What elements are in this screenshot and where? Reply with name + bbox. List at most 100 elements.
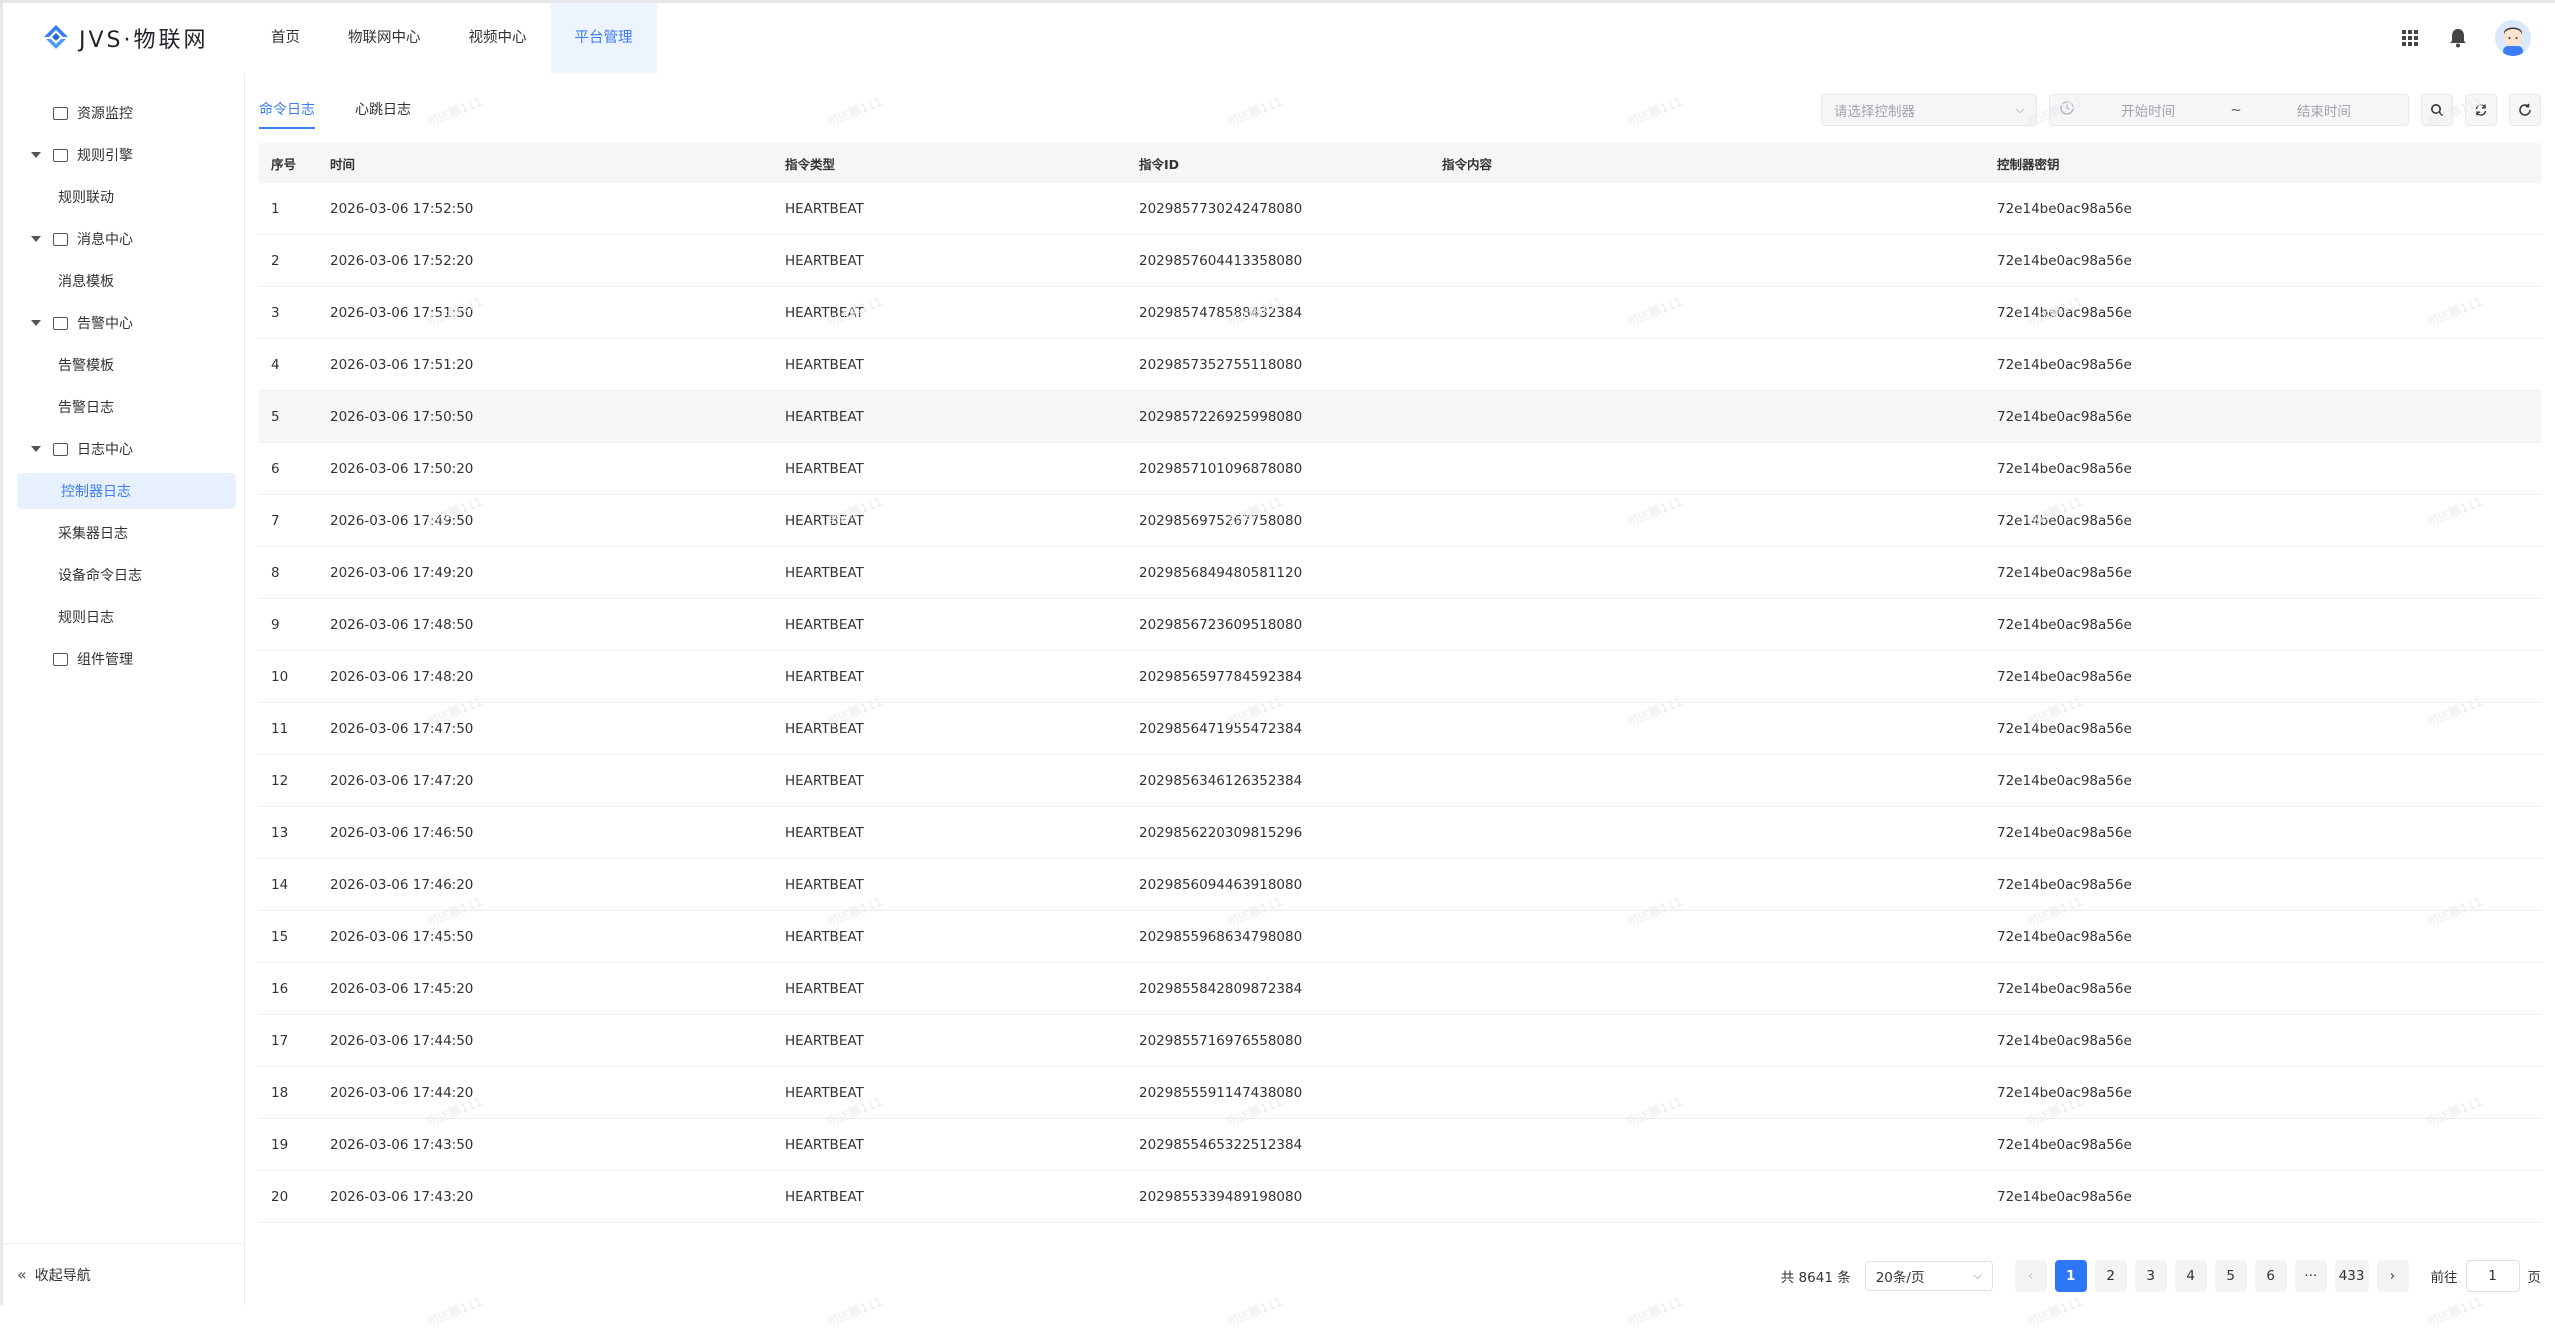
table-cell: 7 [271, 512, 280, 529]
table-cell: 72e14be0ac98a56e [1997, 1136, 2132, 1153]
sidebar-item-label: 消息中心 [77, 232, 133, 248]
sidebar-item[interactable]: 日志中心 [3, 431, 245, 467]
table-body: 1 2026-03-06 17:52:50 HEARTBEAT 20298577302… [259, 183, 2541, 1223]
sidebar-item[interactable]: 规则联动 [3, 179, 245, 215]
table-cell: 72e14be0ac98a56e [1997, 928, 2132, 945]
page-button[interactable]: 2 [2094, 1260, 2127, 1292]
sidebar-item[interactable]: 控制器日志 [17, 473, 236, 509]
table-row[interactable]: 1 2026-03-06 17:52:50 HEARTBEAT 20298577302… [259, 183, 2541, 235]
table-row[interactable]: 19 2026-03-06 17:43:50 HEARTBEAT 2029855465… [259, 1119, 2541, 1171]
table-cell: 20 [271, 1188, 289, 1205]
sidebar-item[interactable]: 规则日志 [3, 599, 245, 635]
sidebar-item[interactable]: 消息中心 [3, 221, 245, 257]
jump-page-input[interactable]: 1 [2465, 1260, 2520, 1292]
page-button[interactable]: 4 [2174, 1260, 2207, 1292]
sidebar-item[interactable]: 告警日志 [3, 389, 245, 425]
table-row[interactable]: 16 2026-03-06 17:45:20 HEARTBEAT 2029855842… [259, 963, 2541, 1015]
reset-button[interactable] [2465, 94, 2497, 126]
table-cell: 4 [271, 356, 280, 373]
page-button[interactable]: 433 [2334, 1260, 2369, 1292]
grid-apps-icon[interactable] [2399, 27, 2421, 49]
table-row[interactable]: 18 2026-03-06 17:44:20 HEARTBEAT 2029855591… [259, 1067, 2541, 1119]
sidebar-item-label: 资源监控 [77, 106, 133, 122]
content-panel: 命令日志 心跳日志 请选择控制器 ⌵ 开始时间 ~ 结束时间 序号 时间 指令类… [245, 73, 2555, 1329]
refresh-button[interactable] [2509, 94, 2541, 126]
column-header: 时间 [330, 156, 356, 172]
table-cell: 5 [271, 408, 280, 425]
sidebar-item[interactable]: 规则引擎 [3, 137, 245, 173]
tab-heartbeat-log[interactable]: 心跳日志 [355, 95, 411, 129]
table-row[interactable]: 15 2026-03-06 17:45:50 HEARTBEAT 2029855968… [259, 911, 2541, 963]
table-cell: HEARTBEAT [785, 460, 864, 477]
sidebar-item[interactable]: 采集器日志 [3, 515, 245, 551]
sidebar-item-label: 消息模板 [58, 274, 114, 290]
caret-down-icon [31, 152, 41, 158]
top-nav-item[interactable]: 物联网中心 [324, 3, 445, 73]
bell-icon[interactable] [2447, 27, 2469, 49]
sidebar-item[interactable]: 设备命令日志 [3, 557, 245, 593]
more-pages-button[interactable]: ··· [2294, 1260, 2327, 1292]
table-row[interactable]: 9 2026-03-06 17:48:50 HEARTBEAT 20298567236… [259, 599, 2541, 651]
table-cell: 2026-03-06 17:50:20 [330, 460, 474, 477]
table-cell: 16 [271, 980, 289, 997]
sidebar-item-label: 告警模板 [58, 358, 114, 374]
brand-logo[interactable]: JVS·物联网 [41, 23, 209, 53]
page-button[interactable]: 3 [2134, 1260, 2167, 1292]
top-nav-item[interactable]: 首页 [247, 3, 324, 73]
table-cell: 2029855465322512384 [1139, 1136, 1303, 1153]
table-row[interactable]: 13 2026-03-06 17:46:50 HEARTBEAT 2029856220… [259, 807, 2541, 859]
page-button[interactable]: 6 [2254, 1260, 2287, 1292]
collapse-nav-button[interactable]: « 收起导航 [3, 1243, 245, 1305]
table-row[interactable]: 12 2026-03-06 17:47:20 HEARTBEAT 2029856346… [259, 755, 2541, 807]
table-cell: HEARTBEAT [785, 824, 864, 841]
column-header: 指令类型 [785, 156, 836, 172]
sidebar-item[interactable]: 告警模板 [3, 347, 245, 383]
table-row[interactable]: 8 2026-03-06 17:49:20 HEARTBEAT 20298568494… [259, 547, 2541, 599]
table-row[interactable]: 4 2026-03-06 17:51:20 HEARTBEAT 20298573527… [259, 339, 2541, 391]
tab-command-log[interactable]: 命令日志 [259, 95, 315, 129]
table-row[interactable]: 7 2026-03-06 17:49:50 HEARTBEAT 20298569752… [259, 495, 2541, 547]
table-cell: 2026-03-06 17:44:50 [330, 1032, 474, 1049]
table-row[interactable]: 6 2026-03-06 17:50:20 HEARTBEAT 20298571010… [259, 443, 2541, 495]
table-cell: HEARTBEAT [785, 1136, 864, 1153]
table-cell: 2029855716976558080 [1139, 1032, 1303, 1049]
main-content: 命令日志 心跳日志 请选择控制器 ⌵ 开始时间 ~ 结束时间 序号 时间 指令类… [245, 73, 2555, 1329]
table-row[interactable]: 11 2026-03-06 17:47:50 HEARTBEAT 2029856471… [259, 703, 2541, 755]
page-button[interactable]: 5 [2214, 1260, 2247, 1292]
top-nav-item[interactable]: 平台管理 [550, 3, 657, 73]
sidebar-item[interactable]: 告警中心 [3, 305, 245, 341]
table-cell: HEARTBEAT [785, 876, 864, 893]
range-separator: ~ [2230, 102, 2242, 118]
controller-select-placeholder: 请选择控制器 [1834, 104, 1915, 120]
sidebar-item[interactable]: 资源监控 [3, 95, 245, 131]
page-button[interactable]: 1 [2054, 1260, 2087, 1292]
search-icon [2431, 104, 2444, 117]
time-range-picker[interactable]: 开始时间 ~ 结束时间 [2049, 94, 2409, 126]
avatar[interactable] [2495, 20, 2531, 56]
table-cell: 2029857101096878080 [1139, 460, 1303, 477]
search-button[interactable] [2421, 94, 2453, 126]
table-cell: 72e14be0ac98a56e [1997, 720, 2132, 737]
table-row[interactable]: 2 2026-03-06 17:52:20 HEARTBEAT 20298576044… [259, 235, 2541, 287]
end-time-input[interactable]: 结束时间 [2250, 100, 2398, 120]
table-cell: HEARTBEAT [785, 720, 864, 737]
prev-page-button[interactable]: ‹ [2014, 1260, 2047, 1292]
controller-select[interactable]: 请选择控制器 ⌵ [1821, 94, 2037, 126]
table-row[interactable]: 17 2026-03-06 17:44:50 HEARTBEAT 2029855716… [259, 1015, 2541, 1067]
table-row[interactable]: 5 2026-03-06 17:50:50 HEARTBEAT 20298572269… [259, 391, 2541, 443]
table-cell: 2029856094463918080 [1139, 876, 1303, 893]
table-row[interactable]: 20 2026-03-06 17:43:20 HEARTBEAT 2029855339… [259, 1171, 2541, 1223]
sidebar-item[interactable]: 消息模板 [3, 263, 245, 299]
start-time-input[interactable]: 开始时间 [2074, 100, 2222, 120]
table-cell: 72e14be0ac98a56e [1997, 408, 2132, 425]
page-size-select[interactable]: 20条/页 ⌵ [1864, 1261, 1993, 1291]
next-page-button[interactable]: › [2376, 1260, 2409, 1292]
table-cell: 72e14be0ac98a56e [1997, 200, 2132, 217]
table-cell: 72e14be0ac98a56e [1997, 564, 2132, 581]
table-row[interactable]: 10 2026-03-06 17:48:20 HEARTBEAT 2029856597… [259, 651, 2541, 703]
top-nav-item[interactable]: 视频中心 [445, 3, 551, 73]
table-row[interactable]: 14 2026-03-06 17:46:20 HEARTBEAT 2029856094… [259, 859, 2541, 911]
sidebar-item[interactable]: 组件管理 [3, 641, 245, 677]
table-row[interactable]: 3 2026-03-06 17:51:50 HEARTBEAT 20298574785… [259, 287, 2541, 339]
total-count: 共 8641 条 [1780, 1270, 1851, 1286]
